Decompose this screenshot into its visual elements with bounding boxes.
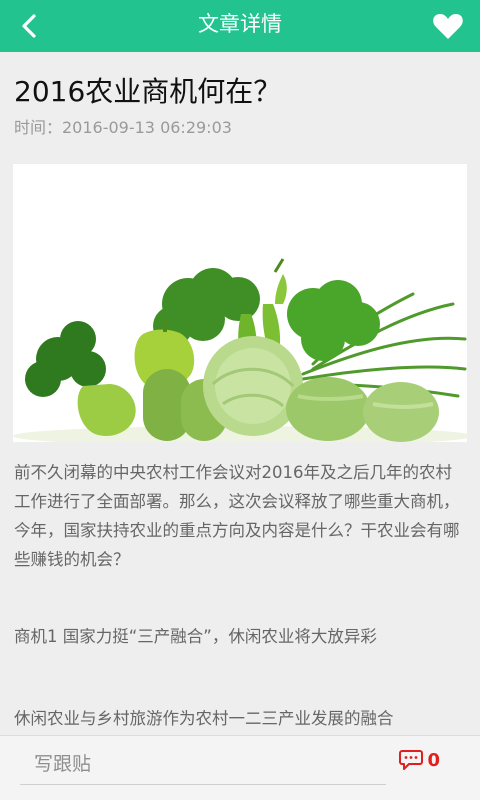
favorite-button[interactable] [428, 6, 468, 46]
article-time: 时间：2016-09-13 06:29:03 [14, 118, 232, 137]
bottom-reply-bar: 0 [0, 735, 480, 800]
article-paragraph: 休闲农业与乡村旅游作为农村一二三产业发展的融合 [14, 709, 394, 728]
comment-button[interactable]: 0 [399, 746, 440, 774]
page-title: 文章详情 [198, 12, 282, 36]
top-bar: 文章详情 [0, 0, 480, 52]
comment-bubble-icon [399, 750, 424, 770]
article-title: 2016农业商机何在？ [14, 75, 282, 108]
vegetables-image [13, 164, 467, 442]
article-content[interactable]: 2016农业商机何在？ 时间：2016-09-13 06:29:03 前不久闭幕… [0, 52, 480, 736]
article-paragraph: 商机1 国家力挺“三产融合”，休闲农业将大放异彩 [14, 627, 377, 646]
article-paragraph: 前不久闭幕的中央农村工作会议对2016年及之后几年的农村工作进行了全面部署。那么… [14, 463, 460, 569]
heart-icon [433, 14, 463, 39]
comment-count: 0 [427, 749, 440, 771]
reply-input[interactable] [20, 744, 386, 785]
